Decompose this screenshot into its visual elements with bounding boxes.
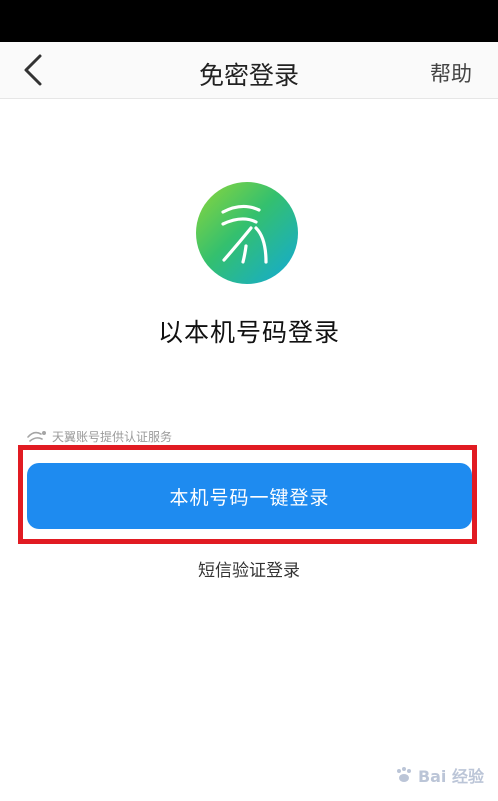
paw-icon xyxy=(396,767,411,782)
hero-title: 以本机号码登录 xyxy=(157,318,340,347)
help-button[interactable]: 帮助 xyxy=(430,58,472,88)
status-bar xyxy=(0,0,498,42)
watermark-text: Bai 经验 xyxy=(417,767,484,786)
page-title: 免密登录 xyxy=(198,61,299,90)
tianyi-mini-icon xyxy=(26,428,48,444)
watermark: Bai 经验 xyxy=(394,763,484,787)
one-tap-login-button[interactable]: 本机号码一键登录 xyxy=(27,463,472,529)
tianyi-logo-icon xyxy=(196,182,298,284)
provider-notice: 天翼账号提供认证服务 xyxy=(26,427,172,445)
sms-login-link[interactable]: 短信验证登录 xyxy=(0,556,498,581)
provider-text: 天翼账号提供认证服务 xyxy=(52,429,173,444)
navigation-bar: 免密登录 帮助 xyxy=(0,42,498,99)
